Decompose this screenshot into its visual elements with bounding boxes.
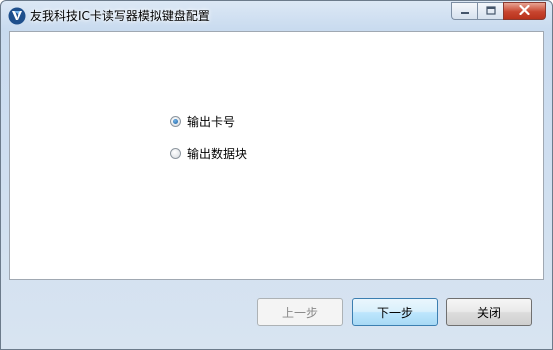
maximize-button[interactable] <box>477 2 503 20</box>
minimize-icon <box>460 4 470 18</box>
close-window-button[interactable] <box>503 2 546 20</box>
option-label: 输出数据块 <box>187 147 248 161</box>
title-bar[interactable]: 友我科技IC卡读写器模拟键盘配置 <box>1 1 552 31</box>
window-controls <box>451 2 546 20</box>
next-step-button[interactable]: 下一步 <box>352 298 438 326</box>
minimize-button[interactable] <box>451 2 477 20</box>
dialog-window: 友我科技IC卡读写器模拟键盘配置 输出卡号 输出数据块 上一步 下一步 关闭 <box>0 0 553 350</box>
option-output-card-number[interactable]: 输出卡号 <box>170 113 235 130</box>
close-button[interactable]: 关闭 <box>446 298 532 326</box>
option-output-data-block[interactable]: 输出数据块 <box>170 145 247 162</box>
content-panel: 输出卡号 输出数据块 <box>9 31 544 280</box>
app-logo-icon <box>8 7 26 25</box>
prev-step-button[interactable]: 上一步 <box>257 298 343 326</box>
option-label: 输出卡号 <box>187 115 236 129</box>
maximize-icon <box>485 4 496 18</box>
close-icon <box>519 4 530 18</box>
window-title: 友我科技IC卡读写器模拟键盘配置 <box>30 9 210 23</box>
radio-output-data-block[interactable] <box>170 148 181 159</box>
radio-output-card-number[interactable] <box>170 116 181 127</box>
